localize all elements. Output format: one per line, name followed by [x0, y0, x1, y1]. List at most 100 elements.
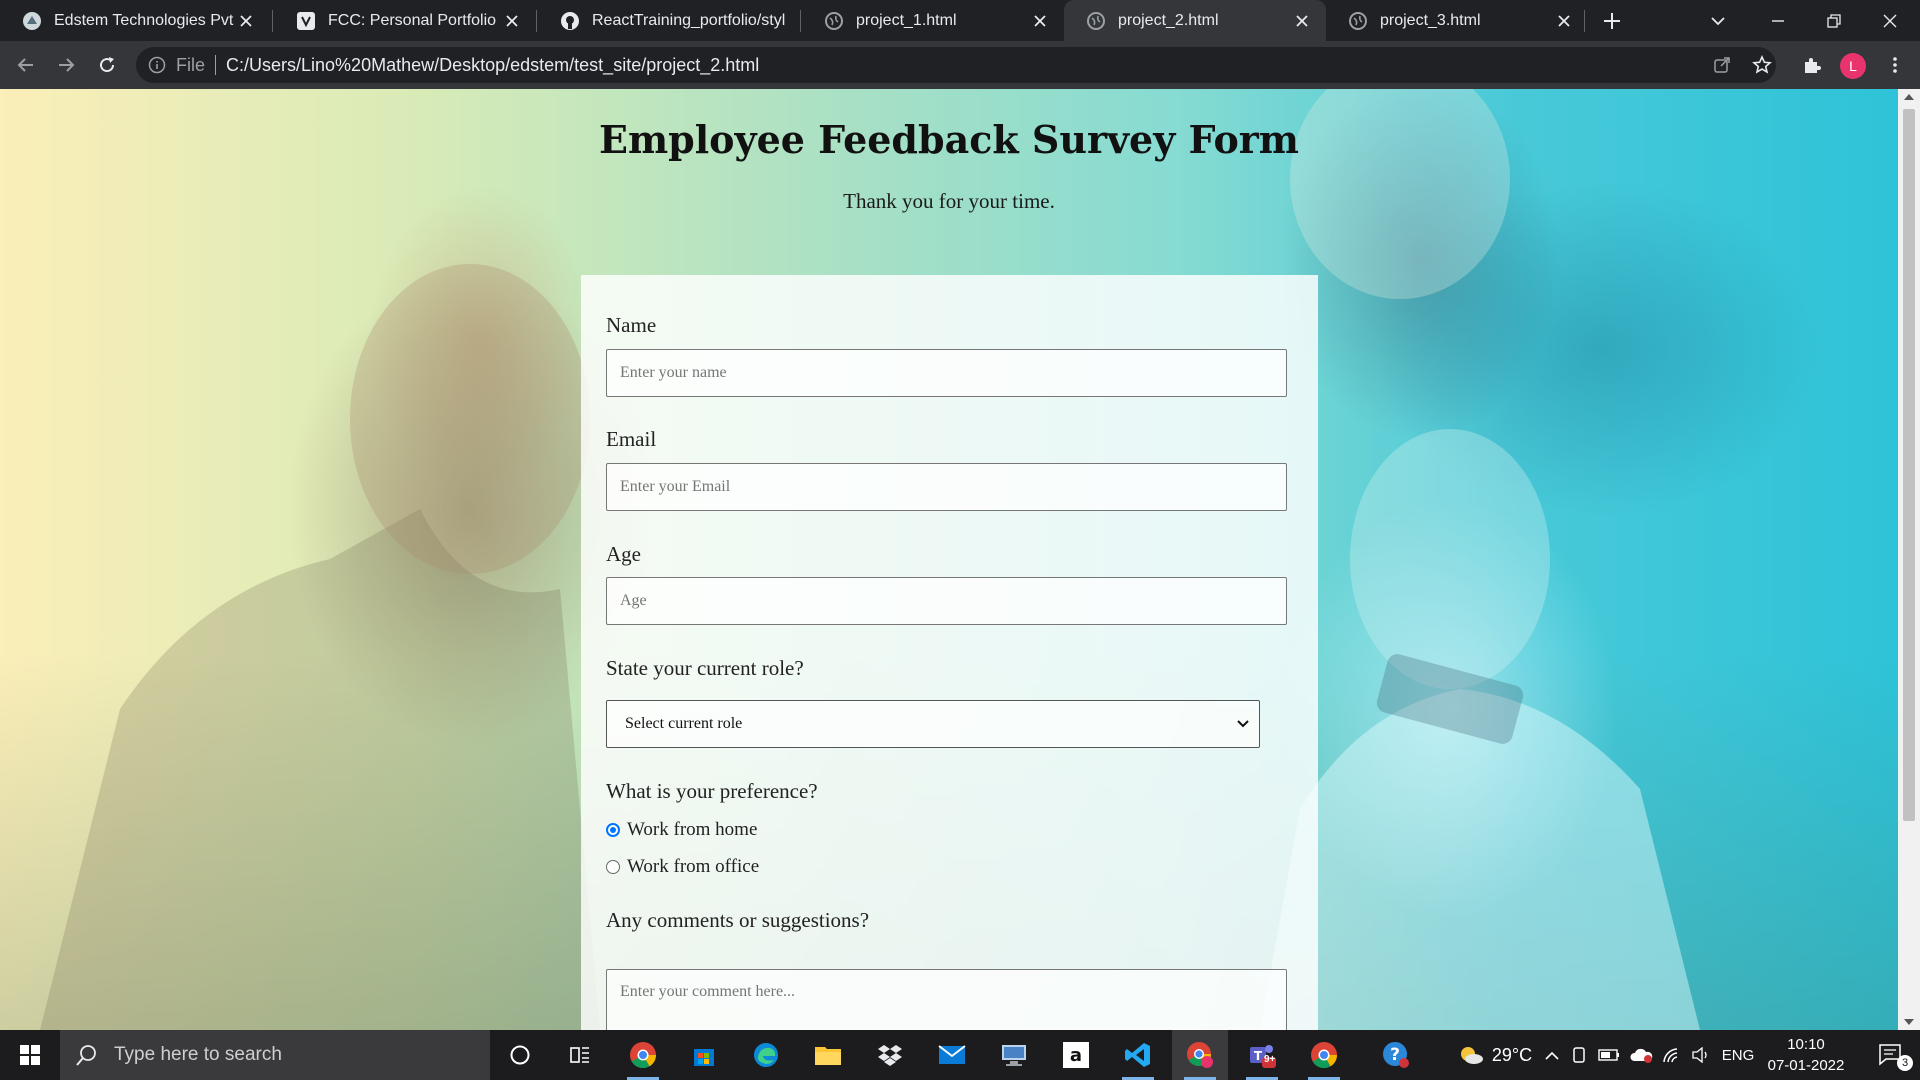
- scroll-down-arrow-icon[interactable]: [1904, 1019, 1914, 1025]
- page-scrollbar[interactable]: [1898, 89, 1920, 1030]
- battery-icon[interactable]: [1596, 1030, 1622, 1080]
- close-tab-icon[interactable]: [1554, 11, 1574, 31]
- clock-date: 07-01-2022: [1767, 1057, 1845, 1074]
- help-icon[interactable]: ?: [1368, 1030, 1424, 1080]
- vscode-icon[interactable]: [1110, 1030, 1166, 1080]
- radio-option-work-from-home[interactable]: Work from home: [606, 819, 757, 841]
- tab-title: project_3.html: [1380, 11, 1481, 29]
- onedrive-icon[interactable]: [1626, 1030, 1656, 1080]
- notification-count: 3: [1897, 1055, 1913, 1071]
- age-label: Age: [606, 542, 641, 566]
- file-explorer-icon[interactable]: [800, 1030, 856, 1080]
- freecodecamp-favicon-icon: [296, 11, 316, 31]
- notification-center-icon[interactable]: 3: [1866, 1030, 1916, 1080]
- role-label: State your current role?: [606, 656, 804, 680]
- svg-text:a: a: [1070, 1045, 1082, 1066]
- amazon-icon[interactable]: a: [1048, 1030, 1104, 1080]
- tab-github[interactable]: ReactTraining_portfolio/styl: [538, 0, 800, 41]
- tab-title: FCC: Personal Portfolio: [328, 11, 497, 29]
- browser-toolbar: File C:/Users/Lino%20Mathew/Desktop/edst…: [0, 41, 1920, 89]
- tab-project-1[interactable]: project_1.html: [802, 0, 1064, 41]
- tab-fcc[interactable]: FCC: Personal Portfolio: [274, 0, 536, 41]
- restore-button[interactable]: [1806, 0, 1862, 41]
- page-viewport: Employee Feedback Survey Form Thank you …: [0, 89, 1898, 1030]
- tab-project-2[interactable]: project_2.html: [1064, 0, 1326, 41]
- tab-search-chevron-icon[interactable]: [1690, 0, 1746, 41]
- teams-badge: 9+: [1264, 1054, 1276, 1065]
- role-dropdown[interactable]: Select current role: [606, 700, 1260, 748]
- chevron-up-icon[interactable]: [1540, 1030, 1564, 1080]
- language-indicator[interactable]: ENG: [1716, 1030, 1760, 1080]
- clock[interactable]: 10:10 07-01-2022: [1756, 1034, 1856, 1076]
- edge-icon[interactable]: [738, 1030, 794, 1080]
- back-button[interactable]: [10, 49, 42, 81]
- url-text[interactable]: C:/Users/Lino%20Mathew/Desktop/edstem/te…: [226, 55, 759, 76]
- search-placeholder: Type here to search: [114, 1044, 282, 1065]
- tab-strip: Edstem Technologies Pvt Lt FCC: Personal…: [0, 0, 1920, 41]
- survey-form: Name Email Age State your current role? …: [581, 275, 1318, 1030]
- name-input[interactable]: [606, 349, 1287, 397]
- scroll-up-arrow-icon[interactable]: [1904, 94, 1914, 100]
- start-button[interactable]: [0, 1030, 60, 1080]
- chrome-taskbar-icon-2[interactable]: [1296, 1030, 1352, 1080]
- tab-divider: [800, 10, 801, 32]
- volume-icon[interactable]: [1688, 1030, 1714, 1080]
- globe-icon: [824, 11, 844, 31]
- radio-button-checked[interactable]: [606, 823, 620, 837]
- device-icon[interactable]: [1566, 1030, 1592, 1080]
- tab-edstem[interactable]: Edstem Technologies Pvt Lt: [0, 0, 270, 41]
- url-divider: [215, 55, 217, 75]
- bookmark-star-icon[interactable]: [1746, 49, 1778, 81]
- tab-title: ReactTraining_portfolio/styl: [592, 11, 786, 29]
- clock-time: 10:10: [1787, 1036, 1825, 1053]
- search-icon: [76, 1044, 98, 1066]
- close-tab-icon[interactable]: [1292, 11, 1312, 31]
- cortana-icon[interactable]: [492, 1030, 548, 1080]
- globe-icon: [1348, 11, 1368, 31]
- info-icon[interactable]: [148, 56, 166, 74]
- teams-icon[interactable]: T 9+: [1234, 1030, 1290, 1080]
- mail-icon[interactable]: [924, 1030, 980, 1080]
- task-view-icon[interactable]: [552, 1030, 608, 1080]
- remote-desktop-icon[interactable]: [986, 1030, 1042, 1080]
- preference-label: What is your preference?: [606, 779, 818, 803]
- radio-label: Work from office: [627, 856, 760, 877]
- profile-avatar[interactable]: L: [1840, 53, 1866, 79]
- close-tab-icon[interactable]: [236, 11, 256, 31]
- weather-sun-cloud-icon: [1460, 1047, 1483, 1064]
- close-tab-icon[interactable]: [1030, 11, 1050, 31]
- scrollbar-thumb[interactable]: [1903, 109, 1915, 821]
- page-title: Employee Feedback Survey Form: [598, 117, 1300, 162]
- radio-option-work-from-office[interactable]: Work from office: [606, 856, 759, 878]
- close-tab-icon[interactable]: [502, 11, 522, 31]
- email-input[interactable]: [606, 463, 1287, 511]
- edstem-favicon-icon: [22, 11, 42, 31]
- tab-divider: [536, 10, 537, 32]
- weather-temp: 29°C: [1491, 1044, 1533, 1065]
- role-dropdown-value: Select current role: [625, 715, 743, 732]
- new-tab-button[interactable]: [1584, 0, 1640, 41]
- taskbar-search[interactable]: Type here to search: [60, 1030, 490, 1080]
- comments-textarea[interactable]: [606, 969, 1287, 1030]
- tab-title: project_1.html: [856, 11, 957, 29]
- reload-button[interactable]: [91, 49, 123, 81]
- extensions-icon[interactable]: [1796, 49, 1828, 81]
- microsoft-store-icon[interactable]: [676, 1030, 732, 1080]
- age-input[interactable]: [606, 577, 1287, 625]
- share-icon[interactable]: [1706, 49, 1738, 81]
- chrome-profile-taskbar-icon[interactable]: [1172, 1030, 1228, 1080]
- minimize-button[interactable]: [1750, 0, 1806, 41]
- menu-kebab-icon[interactable]: [1880, 49, 1910, 81]
- github-favicon-icon: [560, 11, 580, 31]
- wifi-icon[interactable]: [1658, 1030, 1686, 1080]
- tab-project-3[interactable]: project_3.html: [1326, 0, 1588, 41]
- close-window-button[interactable]: [1862, 0, 1918, 41]
- address-bar[interactable]: File C:/Users/Lino%20Mathew/Desktop/edst…: [136, 47, 1776, 83]
- svg-text:T: T: [1254, 1049, 1263, 1063]
- svg-text:?: ?: [1390, 1045, 1400, 1065]
- radio-button[interactable]: [606, 860, 620, 874]
- dropbox-icon[interactable]: [862, 1030, 918, 1080]
- weather-widget[interactable]: 29°C: [1440, 1030, 1550, 1080]
- forward-button[interactable]: [50, 49, 82, 81]
- chrome-taskbar-icon[interactable]: [615, 1030, 671, 1080]
